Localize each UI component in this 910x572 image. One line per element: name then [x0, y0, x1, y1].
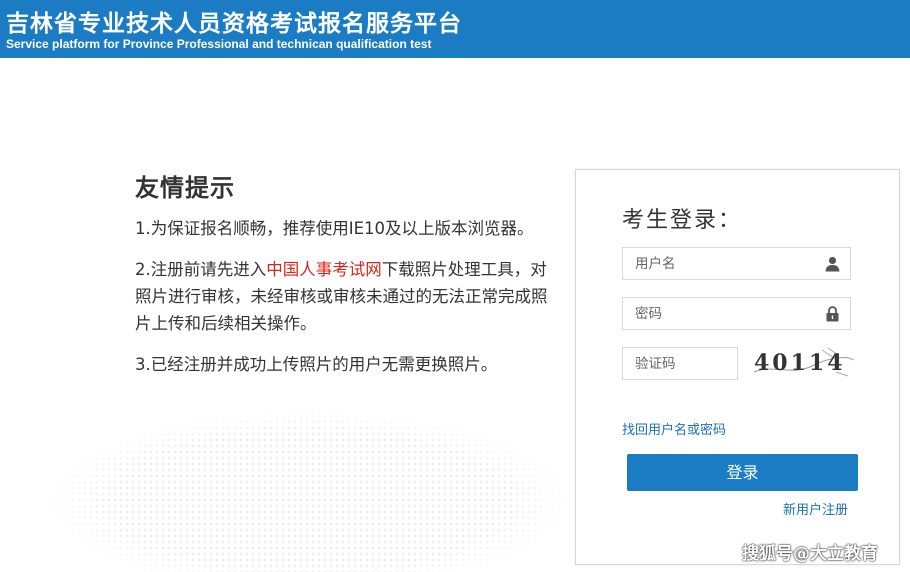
captcha-input[interactable]	[623, 348, 735, 379]
site-subtitle: Service platform for Province Profession…	[6, 37, 432, 51]
site-title: 吉林省专业技术人员资格考试报名服务平台	[6, 11, 462, 37]
login-panel: 考生登录： 40114 找回用户名或密码 登录 新用户注册	[575, 169, 900, 565]
tip-item-2-prefix: 2.注册前请先进入	[135, 260, 267, 279]
username-field[interactable]	[622, 247, 851, 280]
tip-item-2: 2.注册前请先进入中国人事考试网下载照片处理工具，对照片进行审核，未经审核或审核…	[135, 256, 555, 337]
captcha-text: 40114	[754, 350, 846, 376]
username-input[interactable]	[623, 248, 825, 279]
captcha-field[interactable]	[622, 347, 738, 380]
tips-section: 友情提示 1.为保证报名顺畅，推荐使用IE10及以上版本浏览器。 2.注册前请先…	[135, 168, 555, 392]
login-title: 考生登录：	[622, 208, 743, 233]
login-button[interactable]: 登录	[627, 454, 858, 491]
password-field[interactable]	[622, 297, 851, 330]
tips-heading: 友情提示	[135, 174, 235, 202]
header-bar: 吉林省专业技术人员资格考试报名服务平台 Service platform for…	[0, 0, 910, 58]
forgot-credentials-link[interactable]: 找回用户名或密码	[622, 419, 726, 438]
captcha-image[interactable]: 40114	[752, 346, 856, 382]
lock-icon	[826, 306, 839, 322]
register-link[interactable]: 新用户注册	[783, 499, 848, 518]
password-input[interactable]	[623, 298, 825, 329]
tip-item-1: 1.为保证报名顺畅，推荐使用IE10及以上版本浏览器。	[135, 219, 534, 238]
cpta-link[interactable]: 中国人事考试网	[266, 260, 382, 279]
tip-item-3: 3.已经注册并成功上传照片的用户无需更换照片。	[135, 355, 498, 374]
watermark: 搜狐号@大立教育	[742, 544, 878, 564]
user-icon	[825, 256, 840, 272]
